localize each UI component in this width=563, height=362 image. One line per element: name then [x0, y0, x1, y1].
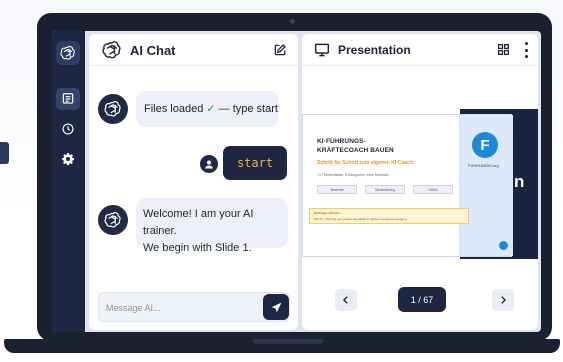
- user-icon: [205, 160, 213, 169]
- message-input[interactable]: [106, 300, 246, 316]
- brand-logo-label: FÜHRUNGKI.org: [468, 163, 499, 168]
- camera-icon: [290, 19, 295, 24]
- new-chat-edit-icon[interactable]: [273, 43, 287, 57]
- slide-meta: 74 Themenfelder, 8 Kategorien, Eine Meth…: [317, 173, 389, 177]
- slide-title: KI-FÜHRUNGS- KRÄFTECOACH BAUEN: [317, 137, 394, 155]
- sidebar: [52, 31, 85, 332]
- slide-chip: Gefühl: [413, 185, 453, 194]
- check-icon: ✓: [206, 103, 216, 115]
- grid-view-icon[interactable]: [497, 43, 510, 56]
- send-icon: [271, 302, 281, 312]
- sidebar-chat-button[interactable]: [56, 88, 80, 110]
- presentation-title: Presentation: [338, 43, 411, 57]
- monitor-icon: [314, 43, 330, 57]
- gear-icon: [62, 153, 75, 166]
- laptop-notch: [252, 339, 324, 344]
- sidebar-history-button[interactable]: [56, 118, 80, 140]
- app-screen: AI Chat Files loaded ✓ — type start star…: [52, 31, 541, 332]
- chat-panel: AI Chat Files loaded ✓ — type start star…: [89, 34, 298, 330]
- assistant-avatar: [98, 94, 128, 124]
- sidebar-settings-button[interactable]: [56, 148, 80, 170]
- message-line: We begin with Slide 1.: [143, 242, 252, 254]
- assistant-avatar: [98, 205, 128, 235]
- presentation-panel: Presentation n F FÜHRUNGKI.org KI-FÜHRUN…: [302, 34, 538, 330]
- laptop-mockup: AI Chat Files loaded ✓ — type start star…: [0, 0, 563, 362]
- chevron-right-icon: [501, 296, 507, 304]
- user-message: start: [223, 146, 287, 180]
- brand-logo-badge: F: [472, 132, 498, 158]
- send-button[interactable]: [263, 294, 289, 320]
- presentation-header: Presentation: [302, 34, 538, 66]
- chat-title: AI Chat: [130, 43, 176, 58]
- slide-overflow-text: n: [514, 172, 525, 191]
- history-icon: [62, 123, 74, 135]
- page-indicator: 1 / 67: [398, 287, 446, 312]
- message-line: Welcome! I am your AI trainer.: [143, 208, 254, 237]
- slide-note: Wichtiger Hinweis Alle KI_ Wirkung und s…: [309, 208, 469, 224]
- chevron-left-icon: [342, 296, 348, 304]
- slide-subtitle: Schritt für Schritt zum eigenen KI-Coach: [317, 160, 414, 166]
- user-avatar: [200, 155, 218, 173]
- message-text: Files loaded: [144, 103, 207, 115]
- slide-chip: Verstehen: [317, 185, 357, 194]
- assistant-message: Welcome! I am your AI trainer. We begin …: [136, 198, 288, 254]
- slide-title-line: KI-FÜHRUNGS-: [317, 138, 366, 145]
- next-slide-button[interactable]: [492, 289, 514, 311]
- previous-slide-button[interactable]: [335, 289, 357, 311]
- chat-header: AI Chat: [89, 34, 298, 66]
- openai-logo-icon: [104, 212, 121, 228]
- side-tab-decoration: [0, 142, 9, 164]
- current-slide[interactable]: F FÜHRUNGKI.org KI-FÜHRUNGS- KRÄFTECOACH…: [302, 114, 513, 257]
- chat-icon: [62, 93, 74, 104]
- slide-chip: Strukturierung: [365, 185, 405, 194]
- slide-note-title: Wichtiger Hinweis: [314, 211, 340, 215]
- openai-logo-icon: [104, 101, 121, 117]
- openai-logo-icon[interactable]: [56, 41, 80, 65]
- message-text: — type start: [215, 103, 278, 115]
- brand-dot-icon: [499, 241, 508, 250]
- slide-note-text: Alle KI_ Wirkung und sauber Feedback im …: [314, 217, 407, 221]
- openai-logo-icon: [102, 41, 121, 59]
- slide-chips: Verstehen Strukturierung Gefühl: [317, 185, 453, 194]
- slide-title-line: KRÄFTECOACH BAUEN: [317, 147, 394, 154]
- assistant-message: Files loaded ✓ — type start: [136, 91, 279, 127]
- more-options-icon[interactable]: [523, 42, 529, 58]
- message-composer: [98, 292, 290, 322]
